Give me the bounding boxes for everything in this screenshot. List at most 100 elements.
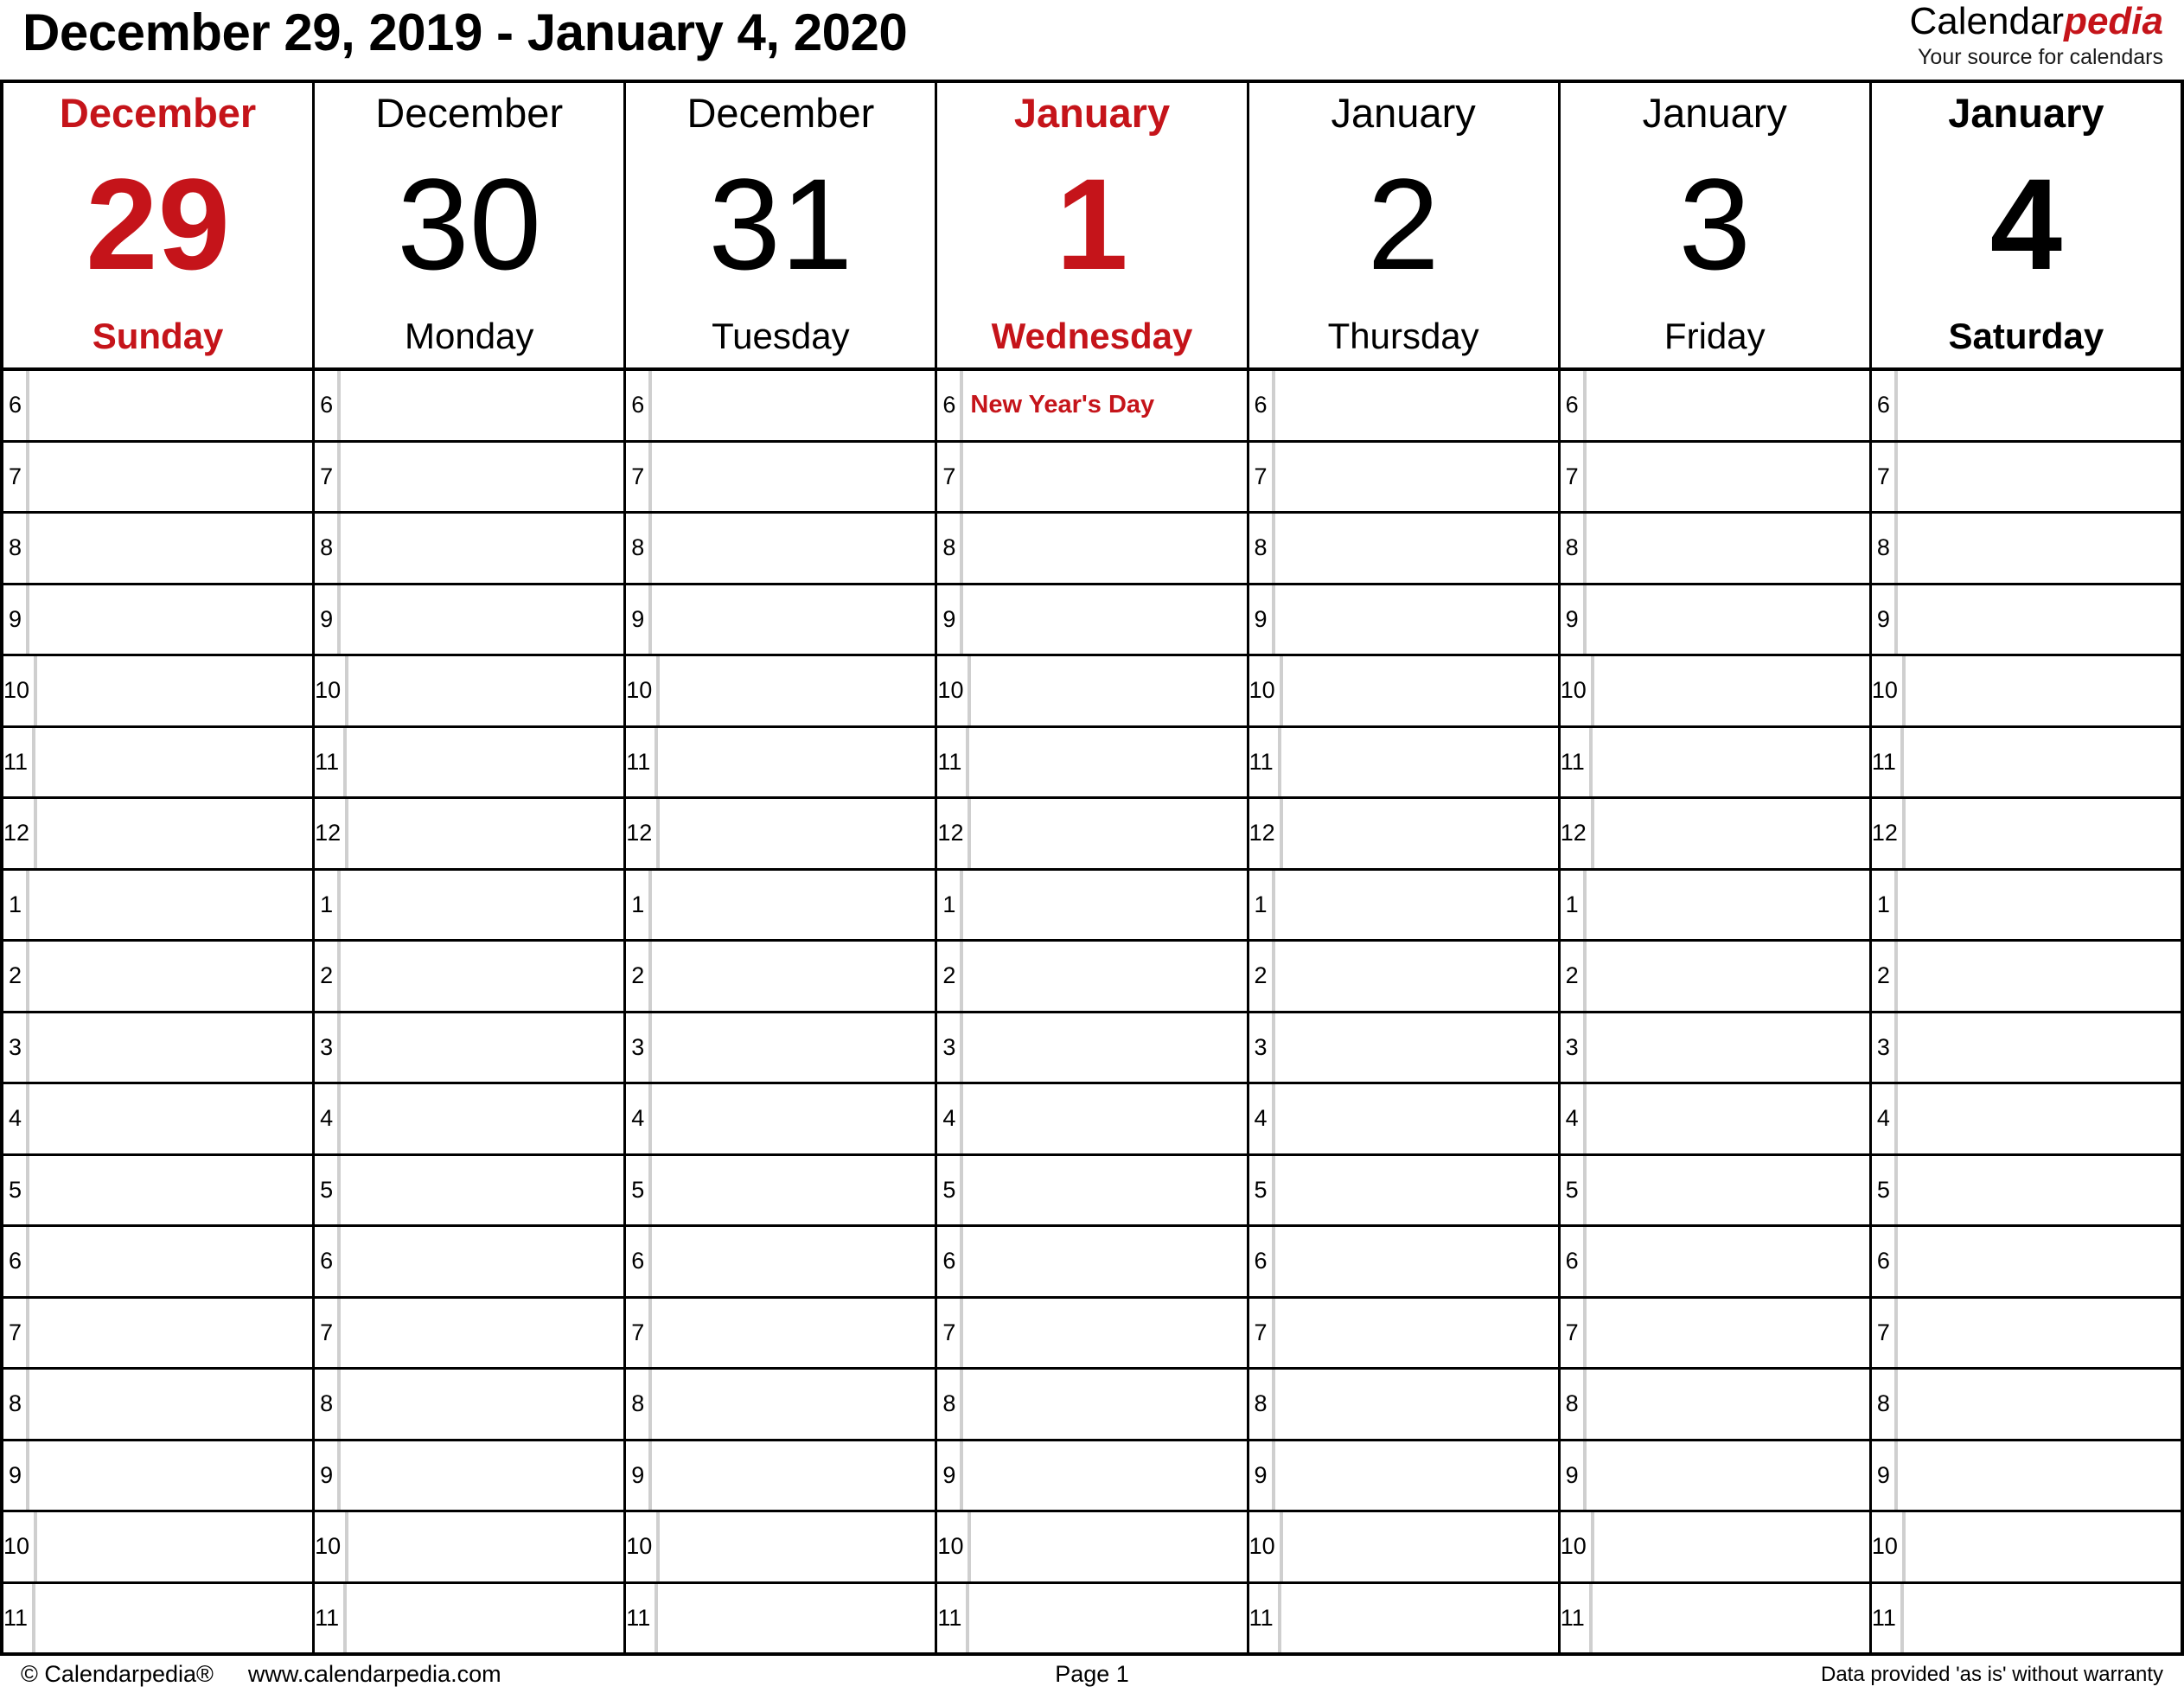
time-slot[interactable]: 6 New Year's Day	[937, 371, 1249, 440]
time-slot[interactable]: 2	[1872, 942, 2181, 1011]
time-slot[interactable]: 10	[1872, 1512, 2181, 1581]
time-slot[interactable]: 10	[1872, 656, 2181, 725]
time-slot[interactable]: 9	[315, 1441, 627, 1510]
time-slot-writing-area[interactable]	[960, 870, 1246, 939]
time-slot[interactable]: 3	[3, 1013, 316, 1082]
time-slot[interactable]: 6	[315, 1227, 627, 1296]
time-slot[interactable]: 7	[3, 1298, 316, 1367]
time-slot[interactable]: 5	[1872, 1155, 2181, 1224]
time-slot-writing-area[interactable]	[26, 514, 312, 583]
time-slot[interactable]: 6	[1249, 1227, 1561, 1296]
time-slot-writing-area[interactable]	[648, 942, 935, 1011]
time-slot-writing-area[interactable]	[34, 656, 312, 725]
time-slot-writing-area[interactable]	[1893, 1227, 2181, 1296]
time-slot[interactable]: 11	[626, 727, 938, 796]
time-slot[interactable]: 1	[1249, 870, 1561, 939]
time-slot-writing-area[interactable]	[1582, 585, 1869, 654]
time-slot[interactable]: 11	[937, 727, 1249, 796]
time-slot[interactable]: 5	[1249, 1155, 1561, 1224]
time-slot[interactable]: 1	[626, 870, 938, 939]
time-slot[interactable]: 11	[1561, 727, 1872, 796]
time-slot-writing-area[interactable]	[32, 727, 312, 796]
time-slot[interactable]: 9	[937, 1441, 1249, 1510]
time-slot[interactable]: 10	[1561, 1512, 1872, 1581]
time-slot[interactable]: 9	[315, 585, 627, 654]
time-slot[interactable]: 3	[315, 1013, 627, 1082]
time-slot[interactable]: 3	[626, 1013, 938, 1082]
time-slot-writing-area[interactable]	[1271, 870, 1558, 939]
time-slot[interactable]: 8	[1561, 514, 1872, 583]
time-slot-writing-area[interactable]	[343, 1583, 623, 1652]
time-slot[interactable]: 6	[626, 1227, 938, 1296]
time-slot-writing-area[interactable]	[337, 1298, 623, 1367]
time-slot[interactable]: 8	[3, 1370, 316, 1439]
time-slot[interactable]: 5	[626, 1155, 938, 1224]
time-slot-writing-area[interactable]	[648, 1298, 935, 1367]
time-slot[interactable]: 9	[1872, 1441, 2181, 1510]
time-slot[interactable]: 5	[3, 1155, 316, 1224]
time-slot-writing-area[interactable]	[648, 1155, 935, 1224]
time-slot-writing-area[interactable]	[337, 942, 623, 1011]
time-slot-writing-area[interactable]	[1893, 1370, 2181, 1439]
day-header-sunday[interactable]: December 29 Sunday	[3, 83, 316, 367]
time-slot[interactable]: 7	[937, 1298, 1249, 1367]
time-slot-writing-area[interactable]	[960, 1155, 1246, 1224]
time-slot[interactable]: 11	[1249, 1583, 1561, 1652]
time-slot[interactable]: 11	[1249, 727, 1561, 796]
time-slot[interactable]: 1	[937, 870, 1249, 939]
time-slot-writing-area[interactable]	[1901, 1512, 2181, 1581]
time-slot-writing-area[interactable]	[655, 727, 935, 796]
time-slot[interactable]: 10	[3, 1512, 316, 1581]
time-slot-writing-area[interactable]: New Year's Day	[960, 371, 1246, 440]
time-slot-writing-area[interactable]	[26, 371, 312, 440]
time-slot[interactable]: 2	[315, 942, 627, 1011]
time-slot-writing-area[interactable]	[337, 1084, 623, 1153]
time-slot-writing-area[interactable]	[34, 1512, 312, 1581]
time-slot-writing-area[interactable]	[1893, 1155, 2181, 1224]
time-slot-writing-area[interactable]	[337, 1227, 623, 1296]
time-slot[interactable]: 7	[1249, 1298, 1561, 1367]
time-slot[interactable]: 5	[937, 1155, 1249, 1224]
time-slot-writing-area[interactable]	[960, 1298, 1246, 1367]
time-slot-writing-area[interactable]	[1893, 514, 2181, 583]
time-slot-writing-area[interactable]	[1582, 1084, 1869, 1153]
time-slot[interactable]: 7	[1872, 442, 2181, 511]
time-slot[interactable]: 7	[937, 442, 1249, 511]
time-slot[interactable]: 6	[1561, 371, 1872, 440]
time-slot[interactable]: 4	[315, 1084, 627, 1153]
time-slot-writing-area[interactable]	[26, 1441, 312, 1510]
time-slot[interactable]: 8	[1561, 1370, 1872, 1439]
time-slot-writing-area[interactable]	[1893, 1084, 2181, 1153]
time-slot-writing-area[interactable]	[648, 1227, 935, 1296]
time-slot[interactable]: 11	[937, 1583, 1249, 1652]
time-slot[interactable]: 3	[937, 1013, 1249, 1082]
time-slot-writing-area[interactable]	[1893, 942, 2181, 1011]
time-slot[interactable]: 8	[626, 1370, 938, 1439]
time-slot-writing-area[interactable]	[1582, 1227, 1869, 1296]
time-slot-writing-area[interactable]	[1901, 656, 2181, 725]
time-slot-writing-area[interactable]	[1271, 1227, 1558, 1296]
time-slot[interactable]: 9	[1561, 1441, 1872, 1510]
time-slot[interactable]: 1	[3, 870, 316, 939]
time-slot-writing-area[interactable]	[967, 1512, 1246, 1581]
time-slot[interactable]: 4	[3, 1084, 316, 1153]
day-header-tuesday[interactable]: December 31 Tuesday	[626, 83, 938, 367]
time-slot[interactable]: 8	[1872, 514, 2181, 583]
time-slot-writing-area[interactable]	[1277, 1583, 1558, 1652]
time-slot[interactable]: 6	[937, 1227, 1249, 1296]
time-slot[interactable]: 3	[1561, 1013, 1872, 1082]
time-slot-writing-area[interactable]	[26, 1013, 312, 1082]
time-slot[interactable]: 11	[315, 727, 627, 796]
time-slot-writing-area[interactable]	[26, 1084, 312, 1153]
time-slot-writing-area[interactable]	[337, 442, 623, 511]
time-slot-writing-area[interactable]	[967, 799, 1246, 868]
time-slot[interactable]: 8	[937, 514, 1249, 583]
time-slot[interactable]: 12	[626, 799, 938, 868]
time-slot-writing-area[interactable]	[960, 1370, 1246, 1439]
time-slot[interactable]: 7	[626, 442, 938, 511]
time-slot-writing-area[interactable]	[1893, 1441, 2181, 1510]
time-slot[interactable]: 2	[1561, 942, 1872, 1011]
time-slot-writing-area[interactable]	[1590, 1512, 1869, 1581]
time-slot-writing-area[interactable]	[345, 656, 623, 725]
day-header-wednesday[interactable]: January 1 Wednesday	[937, 83, 1249, 367]
